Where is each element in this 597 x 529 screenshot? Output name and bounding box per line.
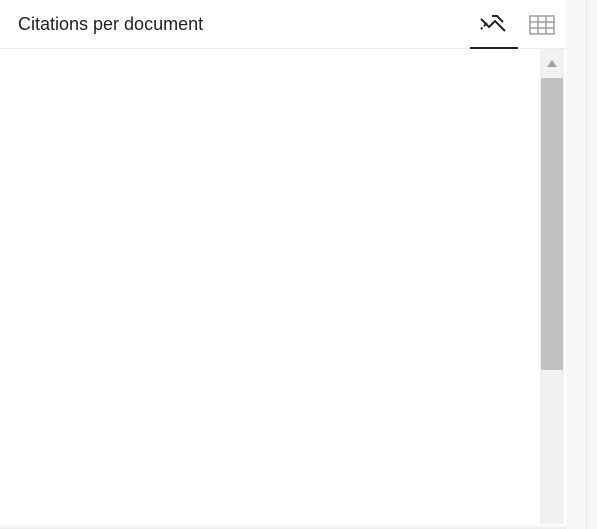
scrollbar-thumb[interactable]	[541, 78, 563, 370]
page-divider	[586, 0, 587, 529]
panel-header: Citations per document	[0, 0, 566, 49]
chart-area	[0, 49, 540, 529]
scroll-up-button[interactable]	[540, 49, 564, 77]
line-chart-icon	[480, 14, 506, 32]
table-view-toggle[interactable]	[522, 0, 562, 49]
panel-bottom-edge	[0, 524, 566, 529]
vertical-scrollbar[interactable]	[540, 49, 564, 529]
panel-title: Citations per document	[18, 14, 204, 34]
table-grid-icon	[529, 14, 555, 35]
triangle-up-icon	[547, 59, 557, 67]
chart-view-toggle[interactable]	[470, 0, 518, 49]
citations-panel: Citations per document	[0, 0, 566, 529]
